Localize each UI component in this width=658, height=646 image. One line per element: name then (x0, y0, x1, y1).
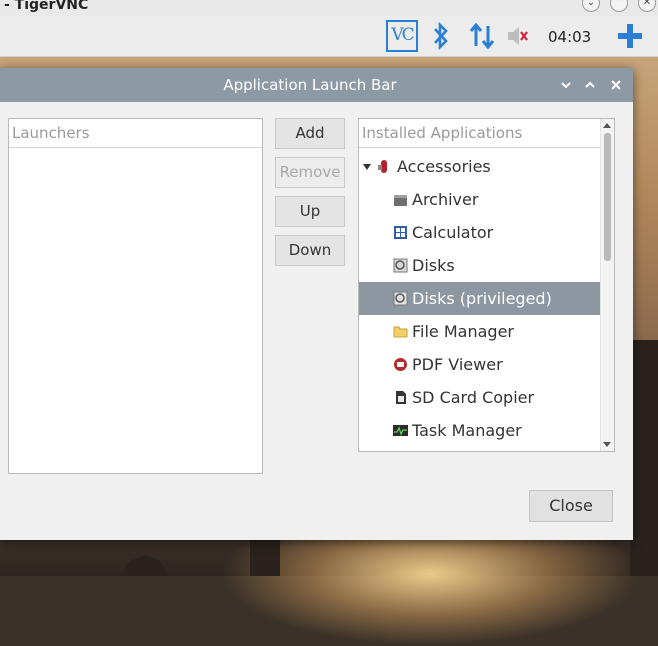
scroll-up-arrow-icon[interactable] (603, 123, 611, 128)
dialog-close-button[interactable] (607, 76, 625, 94)
list-item-disks[interactable]: Disks (359, 249, 600, 282)
vnc-icon[interactable]: VC (386, 20, 418, 52)
add-button[interactable]: Add (275, 118, 345, 149)
calculator-icon (394, 226, 407, 239)
archiver-icon (394, 195, 407, 206)
installed-applications-header[interactable]: Installed Applications (359, 119, 600, 148)
launchers-header[interactable]: Launchers (9, 119, 262, 148)
scroll-down-arrow-icon[interactable] (603, 442, 611, 447)
chevron-up-icon (585, 81, 595, 88)
volume-muted-icon[interactable] (505, 22, 533, 50)
application-launch-bar-dialog: Application Launch Bar Launchers Add Rem… (0, 68, 633, 540)
chevron-up-icon: ⌃ (614, 0, 624, 8)
installed-applications-list[interactable]: Installed Applications Accessories Archi… (358, 118, 615, 452)
chevron-down-icon (561, 82, 571, 89)
disks-icon (393, 291, 408, 306)
scrollbar-thumb[interactable] (604, 133, 611, 261)
disks-icon (393, 258, 408, 273)
vnc-icon-label: VC (391, 25, 414, 45)
list-item-file-manager[interactable]: File Manager (359, 315, 600, 348)
network-arrows-icon[interactable] (468, 22, 496, 50)
list-item-label: Disks (privileged) (412, 289, 552, 308)
close-icon (611, 80, 621, 90)
pdf-icon (394, 358, 407, 371)
list-item-task-manager[interactable]: Task Manager (359, 414, 600, 447)
category-label: Accessories (397, 157, 491, 176)
vnc-titlebar: - TigerVNC ⌄ ⌃ ✕ (0, 0, 658, 17)
list-item-label: Task Manager (412, 421, 522, 440)
chevron-down-icon: ⌄ (586, 0, 596, 8)
dialog-minimize-button[interactable] (557, 76, 575, 94)
installed-list-scrollbar[interactable] (600, 119, 614, 451)
launchers-list[interactable]: Launchers (8, 118, 263, 474)
dialog-titlebar[interactable]: Application Launch Bar (0, 68, 633, 102)
dialog-maximize-button[interactable] (581, 76, 599, 94)
sd-card-icon (396, 391, 406, 404)
vnc-minimize-button[interactable]: ⌄ (582, 0, 600, 12)
down-button[interactable]: Down (275, 235, 345, 266)
close-button[interactable]: Close (529, 490, 613, 522)
wallpaper-sunset-glow (220, 526, 640, 646)
list-item-label: SD Card Copier (412, 388, 535, 407)
category-row-accessories[interactable]: Accessories (359, 150, 600, 183)
remove-button[interactable]: Remove (275, 157, 345, 188)
list-item-disks-privileged[interactable]: Disks (privileged) (359, 282, 600, 315)
folder-icon (393, 326, 408, 338)
list-item-label: Disks (412, 256, 455, 275)
close-icon: ✕ (642, 0, 652, 8)
list-item-calculator[interactable]: Calculator (359, 216, 600, 249)
task-manager-icon (393, 425, 408, 436)
expander-arrow-icon[interactable] (363, 164, 371, 170)
vnc-maximize-button[interactable]: ⌃ (610, 0, 628, 12)
add-icon[interactable] (616, 22, 644, 50)
bluetooth-icon[interactable] (431, 22, 451, 50)
list-item-pdf-viewer[interactable]: PDF Viewer (359, 348, 600, 381)
list-item-archiver[interactable]: Archiver (359, 183, 600, 216)
vnc-title: - TigerVNC (4, 0, 89, 13)
list-item-label: File Manager (412, 322, 514, 341)
wallpaper-temple-silhouette (630, 340, 658, 576)
clock[interactable]: 04:03 (548, 28, 591, 46)
vnc-close-button[interactable]: ✕ (638, 0, 656, 12)
top-panel: VC 04:03 (0, 16, 658, 57)
dialog-title: Application Launch Bar (223, 76, 397, 94)
list-item-label: Calculator (412, 223, 494, 242)
accessories-icon (378, 160, 387, 173)
up-button[interactable]: Up (275, 196, 345, 227)
list-item-sd-card-copier[interactable]: SD Card Copier (359, 381, 600, 414)
list-item-label: Archiver (412, 190, 479, 209)
list-item-label: PDF Viewer (412, 355, 503, 374)
